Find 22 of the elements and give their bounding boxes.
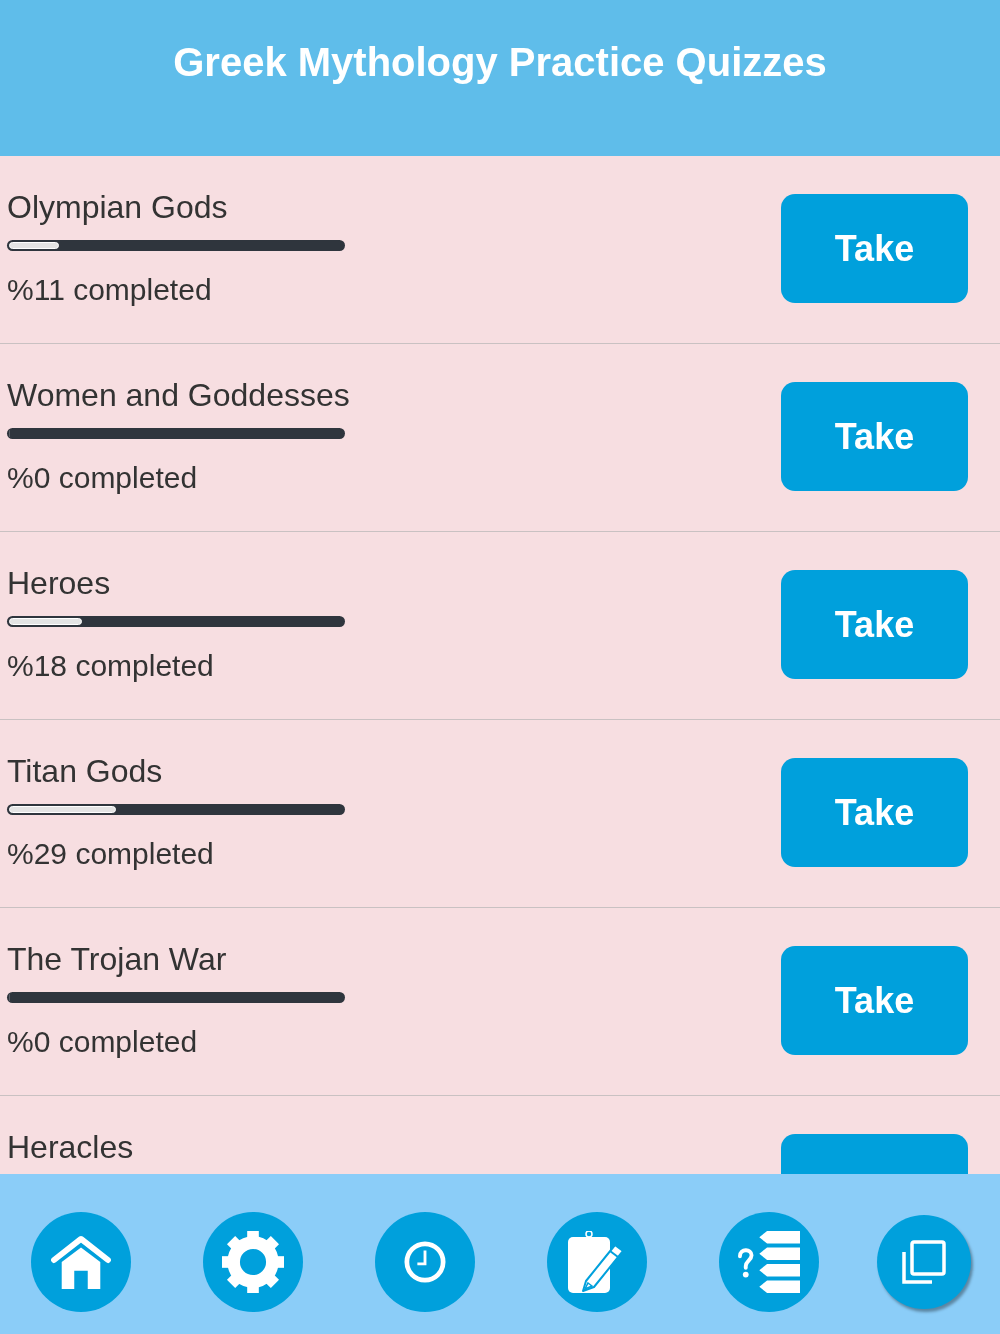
question-list-icon <box>738 1231 800 1293</box>
progress-text: %18 completed <box>7 648 214 684</box>
quiz-title: Heroes <box>7 564 111 603</box>
quiz-title: Women and Goddesses <box>7 376 350 415</box>
take-button[interactable]: Take <box>781 946 968 1055</box>
gear-icon <box>222 1231 284 1293</box>
take-button[interactable]: Take <box>781 194 968 303</box>
progress-text: %0 completed <box>7 1024 198 1060</box>
progress-text: %29 completed <box>7 836 214 872</box>
page-title: Greek Mythology Practice Quizzes <box>173 39 827 86</box>
progress-text: %11 completed <box>7 272 212 308</box>
progress-text: %0 completed <box>7 460 198 496</box>
take-button[interactable]: Take <box>781 570 968 679</box>
clock-icon <box>404 1241 446 1283</box>
quiz-title: The Trojan War <box>7 940 227 979</box>
quiz-title: Heracles <box>7 1128 134 1167</box>
take-button[interactable]: Take <box>781 382 968 491</box>
quiz-title: Olympian Gods <box>7 188 228 227</box>
take-button[interactable]: Take <box>781 758 968 867</box>
home-icon <box>50 1235 112 1289</box>
quiz-title: Titan Gods <box>7 752 163 791</box>
copy-icon <box>902 1240 946 1284</box>
